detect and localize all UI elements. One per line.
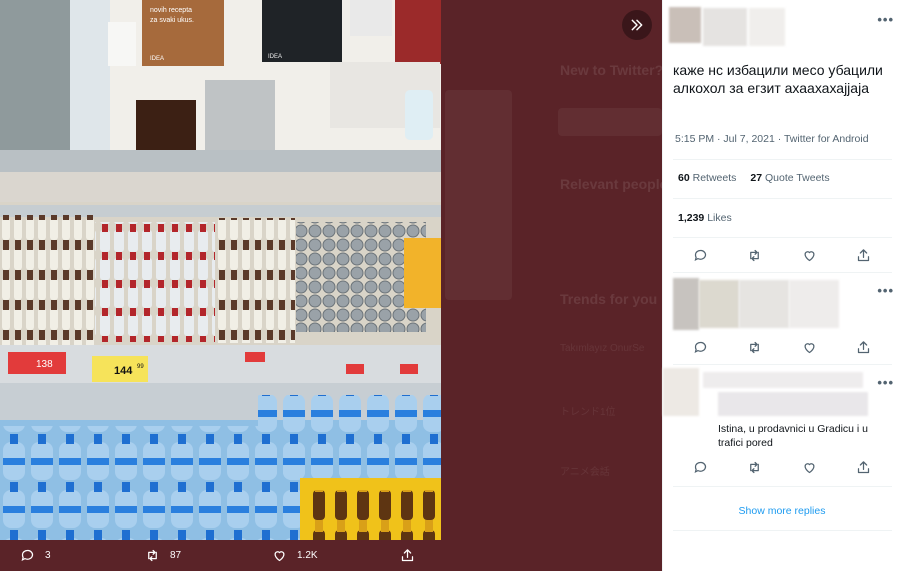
share-icon — [401, 549, 414, 562]
share-icon — [858, 460, 870, 473]
viewer-reply-button[interactable]: 3 — [20, 548, 51, 563]
like-button[interactable] — [800, 246, 818, 264]
retweet-icon — [148, 549, 157, 562]
author-handle-redacted[interactable] — [749, 8, 785, 46]
reply-redacted-block — [699, 280, 739, 328]
reply-retweet-button[interactable] — [746, 338, 764, 356]
reply-reply-button[interactable] — [691, 458, 709, 476]
ghost-trend-1: Takımlayız OnurSe — [560, 343, 645, 354]
viewer-reply-count: 3 — [45, 550, 51, 561]
likes-stat[interactable]: 1,239 Likes — [678, 212, 732, 224]
reply-icon — [694, 249, 706, 261]
viewer-retweet-button[interactable]: 87 — [145, 548, 181, 563]
quotes-count: 27 — [750, 172, 763, 184]
heart-icon — [804, 342, 815, 353]
quotes-label: Quote Tweets — [765, 172, 830, 184]
viewer-like-count: 1.2K — [297, 550, 318, 561]
divider — [673, 364, 892, 365]
author-avatar[interactable] — [669, 7, 701, 43]
retweet-button[interactable] — [746, 246, 764, 264]
media-action-bar: 3 87 1.2K — [0, 540, 441, 571]
quotes-stat[interactable]: 27 Quote Tweets — [750, 172, 829, 184]
ghost-card — [445, 90, 512, 300]
reply-text: Istina, u prodavnici u Gradicu i u trafi… — [718, 423, 868, 449]
retweet-icon — [750, 461, 760, 473]
reply-like-button[interactable] — [800, 458, 818, 476]
reply-actions — [663, 338, 900, 356]
photo-price-2: 144 — [114, 365, 133, 377]
double-chevron-right-icon — [631, 19, 643, 31]
reply-icon — [694, 341, 706, 353]
reply-retweet-button[interactable] — [746, 458, 764, 476]
likes-label: Likes — [707, 212, 732, 224]
show-more-replies-button[interactable]: Show more replies — [663, 505, 900, 517]
tweet-actions — [663, 246, 900, 264]
share-button[interactable] — [855, 246, 873, 264]
photo-sign-brand: IDEA — [150, 56, 164, 62]
tweet-stats: 60 Retweets 27 Quote Tweets — [678, 172, 830, 184]
reply-redacted-block — [789, 280, 839, 328]
retweet-icon — [750, 249, 760, 261]
reply-avatar[interactable] — [663, 368, 699, 416]
divider — [673, 198, 892, 199]
tweet-text: каже нс избацили месо убацили алкохол за… — [673, 62, 883, 96]
shop-counter-illustration: novih recepta za svaki ukus. IDEA IDEA 1… — [0, 0, 441, 540]
reply-share-button[interactable] — [855, 338, 873, 356]
photo-price-1: 138 — [36, 359, 53, 370]
divider — [673, 272, 892, 273]
reply-reply-button[interactable] — [691, 338, 709, 356]
divider — [673, 486, 892, 487]
expand-sidebar-button[interactable] — [622, 10, 652, 40]
likes-count: 1,239 — [678, 212, 705, 224]
photo-sign-line-1: novih recepta — [150, 7, 192, 14]
heart-icon — [804, 250, 815, 261]
share-icon — [858, 248, 870, 261]
media-viewer: New to Twitter? Relevant people Trends f… — [0, 0, 662, 571]
tweet-more-button[interactable]: ••• — [877, 12, 894, 27]
tweet-photo[interactable]: novih recepta za svaki ukus. IDEA IDEA 1… — [0, 0, 441, 540]
viewer-share-button[interactable] — [400, 548, 415, 563]
reply-redacted-block — [718, 392, 868, 416]
ghost-trends: Trends for you — [560, 291, 658, 307]
reply-share-button[interactable] — [855, 458, 873, 476]
retweets-label: Retweets — [692, 172, 737, 184]
photo-sign-line-2: za svaki ukus. — [150, 17, 194, 24]
viewer-retweet-count: 87 — [170, 550, 182, 561]
divider — [673, 530, 892, 531]
share-icon — [858, 340, 870, 353]
author-name-redacted[interactable] — [703, 8, 747, 46]
ghost-new-to-twitter: New to Twitter? — [560, 62, 662, 78]
tweet-detail-panel: ••• каже нс избацили месо убацили алкохо… — [662, 0, 900, 571]
reply-redacted-block — [739, 280, 789, 328]
ghost-trend-2: トレンド1位 — [560, 407, 616, 418]
retweet-icon — [750, 341, 760, 353]
reply-actions — [663, 458, 900, 476]
ghost-signup-box — [558, 108, 662, 136]
tweet-meta[interactable]: 5:15 PM · Jul 7, 2021 · Twitter for Andr… — [675, 133, 869, 145]
reply-icon — [21, 549, 34, 562]
ghost-trend-3: アニメ会話 — [560, 467, 610, 478]
ghost-relevant-people: Relevant people — [560, 176, 662, 192]
heart-icon — [274, 551, 285, 562]
reply-more-button[interactable]: ••• — [877, 283, 894, 298]
retweets-count: 60 — [678, 172, 690, 184]
reply-button[interactable] — [691, 246, 709, 264]
divider — [673, 237, 892, 238]
viewer-like-button[interactable]: 1.2K — [272, 548, 318, 563]
heart-icon — [804, 462, 815, 473]
reply-more-button[interactable]: ••• — [877, 375, 894, 390]
reply-like-button[interactable] — [800, 338, 818, 356]
reply-redacted-block — [703, 372, 863, 388]
reply-icon — [694, 461, 706, 473]
photo-sign-brand-2: IDEA — [268, 54, 282, 60]
photo-price-decimals: 99 — [137, 364, 144, 370]
divider — [673, 159, 892, 160]
retweets-stat[interactable]: 60 Retweets — [678, 172, 736, 184]
reply-avatar[interactable] — [673, 278, 699, 330]
